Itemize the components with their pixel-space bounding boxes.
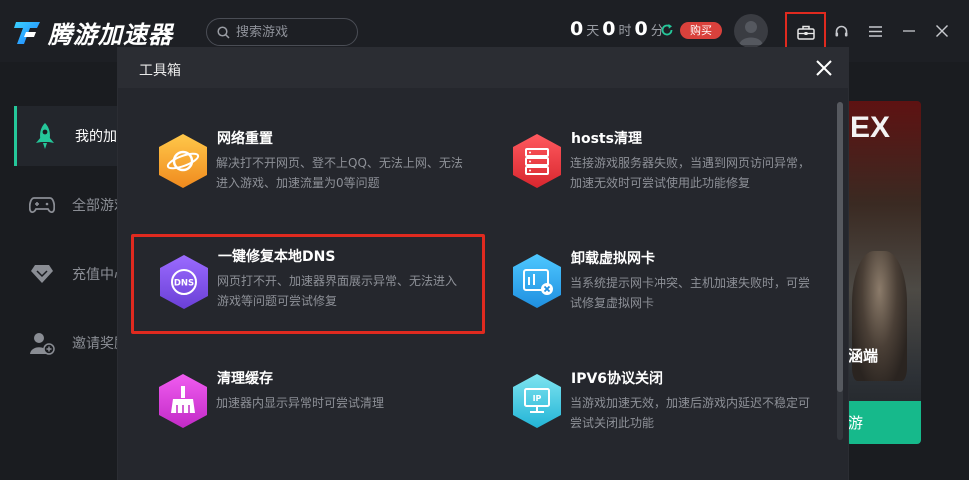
- menu-button[interactable]: [866, 22, 884, 40]
- close-icon: [816, 60, 832, 76]
- hours-unit: 时: [618, 24, 632, 39]
- search-box[interactable]: [206, 18, 358, 46]
- days-unit: 天: [586, 24, 600, 39]
- add-user-icon: [28, 329, 56, 357]
- tool-description: 网页打不开、加速器界面展示异常、无法进入游戏等问题可尝试修复: [217, 274, 458, 308]
- refresh-icon[interactable]: [660, 23, 674, 37]
- tool-repair-dns[interactable]: DNS 一键修复本地DNS 网页打不开、加速器界面展示异常、无法进入游戏等问题可…: [131, 234, 485, 334]
- headset-icon: [835, 25, 847, 36]
- tool-description: 加速器内显示异常时可尝试清理: [216, 396, 385, 410]
- sidebar-item-my-acceleration[interactable]: 我的加速: [14, 106, 131, 166]
- avatar[interactable]: [734, 14, 768, 48]
- remaining-time: 0 天 0 时 0 分: [567, 18, 664, 40]
- toolbox-dialog: 工具箱 网络重置 解决打不开网页、登不上QQ、无法上网、无法进入游戏、加速流量为…: [118, 48, 848, 480]
- tool-description: 解决打不开网页、登不上QQ、无法上网、无法进入游戏、加速流量为0等问题: [216, 156, 463, 190]
- tool-title: hosts清理: [571, 131, 642, 147]
- app-window: 腾游加速器 0 天 0 时 0 分 购买: [0, 0, 969, 480]
- hours-value: 0: [602, 18, 616, 40]
- sidebar: 我的加速 全部游戏 充值中心 邀请奖励: [14, 100, 131, 480]
- minimize-icon: [903, 30, 915, 32]
- tool-clear-cache[interactable]: 清理缓存 加速器内显示异常时可尝试清理: [130, 348, 485, 444]
- network-card-icon: [513, 254, 561, 308]
- tool-title: IPV6协议关闭: [571, 371, 664, 387]
- tool-description: 连接游戏服务器失败，当遇到网页访问异常，加速无效时可尝试使用此功能修复: [570, 156, 811, 190]
- sidebar-item-invite[interactable]: 邀请奖励: [14, 313, 128, 373]
- minimize-button[interactable]: [900, 22, 918, 40]
- tool-uninstall-virtual-nic[interactable]: 卸载虚拟网卡 当系统提示网卡冲突、主机加速失败时，可尝试修复虚拟网卡: [484, 228, 839, 324]
- tool-title: 一键修复本地DNS: [218, 249, 336, 265]
- tool-hosts-clean[interactable]: hosts清理 连接游戏服务器失败，当遇到网页访问异常，加速无效时可尝试使用此功…: [484, 108, 839, 204]
- banner-button[interactable]: 游: [846, 401, 921, 444]
- game-banner[interactable]: EX 涵端 游: [846, 101, 921, 444]
- tool-description: 当系统提示网卡冲突、主机加速失败时，可尝试修复虚拟网卡: [570, 276, 811, 310]
- days-value: 0: [570, 18, 584, 40]
- svg-text:IP: IP: [533, 394, 542, 403]
- logo-icon: [14, 21, 40, 44]
- tool-disable-ipv6[interactable]: IP IPV6协议关闭 当游戏加速无效，加速后游戏内延迟不稳定可尝试关闭此功能: [484, 348, 839, 444]
- tool-description: 当游戏加速无效，加速后游戏内延迟不稳定可尝试关闭此功能: [570, 396, 811, 430]
- tool-list: 网络重置 解决打不开网页、登不上QQ、无法上网、无法进入游戏、加速流量为0等问题…: [118, 88, 848, 480]
- sidebar-item-all-games[interactable]: 全部游戏: [14, 175, 128, 235]
- ip-monitor-icon: IP: [513, 374, 561, 428]
- dialog-scrollbar[interactable]: [837, 102, 843, 440]
- search-input[interactable]: [236, 24, 346, 40]
- app-logo: 腾游加速器: [14, 15, 173, 50]
- close-icon: [936, 25, 948, 37]
- support-button[interactable]: [832, 22, 850, 40]
- toolbox-icon: [796, 25, 815, 40]
- tool-title: 卸载虚拟网卡: [571, 251, 655, 267]
- tool-title: 清理缓存: [217, 371, 273, 387]
- logo-text: 腾游加速器: [48, 21, 173, 49]
- toolbox-button[interactable]: [785, 12, 826, 52]
- dns-icon: DNS: [160, 255, 208, 309]
- diamond-icon: [28, 260, 56, 288]
- dialog-title: 工具箱: [139, 63, 181, 79]
- server-icon: [513, 134, 561, 188]
- menu-icon: [868, 25, 882, 37]
- sidebar-item-recharge[interactable]: 充值中心: [14, 244, 128, 304]
- minutes-value: 0: [634, 18, 648, 40]
- broom-icon: [159, 374, 207, 428]
- svg-text:DNS: DNS: [174, 279, 194, 289]
- banner-caption: 涵端: [848, 347, 879, 365]
- buy-button[interactable]: 购买: [680, 22, 722, 39]
- tool-title: 网络重置: [217, 131, 273, 147]
- user-avatar-icon: [739, 21, 763, 45]
- gamepad-icon: [28, 191, 56, 219]
- dialog-close-button[interactable]: [814, 58, 834, 78]
- dialog-header: 工具箱: [118, 48, 848, 88]
- rocket-icon: [31, 122, 59, 150]
- banner-logo-text: EX: [850, 111, 891, 144]
- search-icon: [217, 25, 230, 39]
- planet-icon: [159, 134, 207, 188]
- close-window-button[interactable]: [933, 22, 951, 40]
- scrollbar-thumb[interactable]: [837, 102, 843, 392]
- tool-network-reset[interactable]: 网络重置 解决打不开网页、登不上QQ、无法上网、无法进入游戏、加速流量为0等问题: [130, 108, 485, 204]
